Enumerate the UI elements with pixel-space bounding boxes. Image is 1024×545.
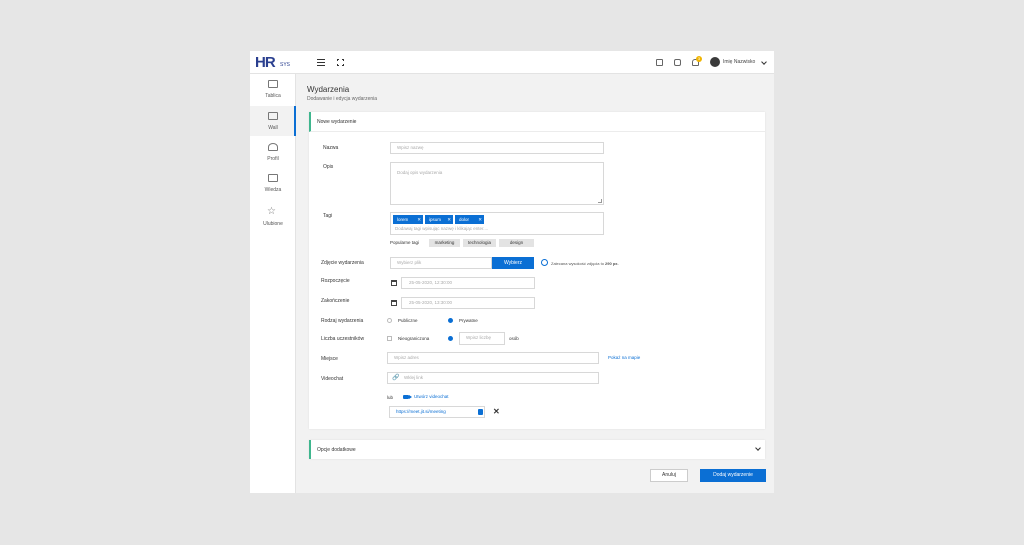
tags-input[interactable]: lorem ✕ ipsum ✕ dolor ✕ Dodawaj tagi wpisuj… (390, 212, 604, 235)
close-icon[interactable]: ✕ (478, 215, 482, 224)
participants-label: Liczba uczestników (321, 336, 365, 342)
photo-hint-value: 290 px. (605, 261, 619, 266)
tags-placeholder: Dodawaj tagi wpisując nazwę i klikając e… (395, 226, 489, 231)
event-type-label: Rodzaj wydarzenia (321, 318, 364, 324)
photo-label: Zdjęcie wydarzenia (321, 260, 364, 266)
radio-limited[interactable] (448, 336, 453, 341)
cancel-button[interactable]: Anuluj (650, 469, 688, 482)
tag-label: lorem (397, 217, 409, 222)
start-date-input[interactable]: 25-05-2020, 12:30:00 (401, 277, 535, 289)
link-icon: 🔗 (392, 374, 400, 381)
tag-label: ipsum (429, 217, 442, 222)
description-textarea[interactable]: Dodaj opis wydarzenia (390, 162, 604, 205)
sidebar-item-ulubione[interactable]: ☆ Ulubione (250, 202, 296, 232)
wall-icon (268, 112, 278, 120)
end-date-input[interactable]: 25-05-2020, 13:30:00 (401, 297, 535, 309)
section-header: Nowe wydarzenie (309, 112, 765, 132)
participants-unit: osób (509, 336, 519, 341)
tags-label: Tagi (323, 213, 333, 219)
fullscreen-icon[interactable] (336, 58, 345, 67)
popular-tags-label: Popularne tagi (390, 240, 420, 245)
sidebar-item-wiedza[interactable]: Wiedza (250, 168, 296, 198)
sidebar-item-label: Wiedza (264, 187, 282, 193)
calendar-icon (391, 300, 397, 306)
description-placeholder: Dodaj opis wydarzenia (397, 170, 443, 175)
add-event-button[interactable]: Dodaj wydarzenie (700, 469, 766, 482)
popular-tag[interactable]: technologia (463, 239, 496, 247)
avatar[interactable] (710, 57, 720, 67)
calendar-icon (391, 280, 397, 286)
videochat-input[interactable]: Wklej link (387, 372, 599, 384)
tag-chip[interactable]: lorem ✕ (393, 215, 423, 224)
logo-main: HR (255, 54, 276, 71)
sidebar-item-label: Tablica (265, 93, 281, 99)
participants-input[interactable]: Wpisz liczbę (459, 332, 505, 345)
popular-tag[interactable]: design (499, 239, 534, 247)
sidebar: Tablica Wall Profil Wiedza ☆ Ulubione (250, 74, 296, 493)
chat-icon[interactable] (674, 59, 681, 66)
videochat-link-field[interactable]: https://meet.jit.si/meeting (389, 406, 485, 418)
unlimited-label: Nieograniczona (398, 336, 430, 341)
chevron-down-icon[interactable] (755, 445, 761, 451)
radio-public[interactable] (387, 318, 392, 323)
sidebar-item-profil[interactable]: Profil (250, 137, 296, 167)
tag-chip[interactable]: dolor ✕ (455, 215, 484, 224)
photo-hint-text: Zalecana wysokość zdjęcia to (551, 261, 604, 266)
monitor-icon (268, 80, 278, 88)
end-label: Zakończenie (321, 298, 350, 304)
chevron-down-icon[interactable] (761, 59, 767, 65)
sidebar-item-label: Ulubione (263, 221, 283, 227)
name-input[interactable]: Wpisz nazwę (390, 142, 604, 154)
star-icon: ☆ (267, 206, 276, 217)
notification-badge: 3 (696, 56, 702, 62)
photo-hint: Zalecana wysokość zdjęcia to 290 px. (551, 261, 619, 266)
new-event-card: Nowe wydarzenie Nazwa Wpisz nazwę Opis D… (309, 112, 765, 429)
videochat-or: lub (387, 395, 394, 400)
place-input[interactable]: Wpisz adres (387, 352, 599, 364)
radio-public-label: Publiczne (398, 318, 418, 323)
section-title: Nowe wydarzenie (317, 119, 357, 125)
additional-options-title: Opcje dodatkowe (317, 447, 356, 453)
resize-handle-icon[interactable] (598, 199, 602, 203)
knowledge-icon (268, 174, 278, 182)
close-icon[interactable]: ✕ (493, 408, 500, 416)
radio-private-label: Prywatne (459, 318, 478, 323)
sidebar-item-label: Wall (268, 125, 278, 131)
info-icon (541, 259, 548, 266)
sidebar-item-label: Profil (267, 156, 279, 162)
choose-file-button[interactable]: Wybierz (492, 257, 534, 269)
close-icon[interactable]: ✕ (447, 215, 451, 224)
menu-icon[interactable] (317, 59, 325, 66)
top-bar: HR SYS 3 Imię Nazwisko (250, 51, 774, 74)
start-label: Rozpoczęcie (321, 278, 350, 284)
logo-sub: SYS (280, 62, 291, 68)
create-videochat-link[interactable]: Utwórz videochat (414, 394, 449, 399)
calendar-icon[interactable] (656, 59, 663, 66)
close-icon[interactable]: ✕ (417, 215, 421, 224)
tag-chip[interactable]: ipsum ✕ (425, 215, 453, 224)
radio-private[interactable] (448, 318, 453, 323)
show-on-map-link[interactable]: Pokaż na mapie (608, 355, 640, 360)
name-label: Nazwa (323, 145, 339, 151)
logo: HR SYS (255, 54, 295, 71)
page-title: Wydarzenia (307, 85, 350, 94)
app-window: HR SYS 3 Imię Nazwisko Tablica Wall Prof… (250, 51, 774, 493)
place-label: Miejsce (321, 356, 338, 362)
sidebar-item-tablica[interactable]: Tablica (250, 74, 296, 104)
additional-options-accordion[interactable]: Opcje dodatkowe (309, 440, 765, 459)
sidebar-item-wall[interactable]: Wall (250, 106, 296, 136)
camera-icon (403, 395, 412, 399)
copy-icon[interactable] (478, 409, 483, 415)
tag-label: dolor (459, 217, 470, 222)
popular-tag[interactable]: marketing (429, 239, 460, 247)
photo-file-input[interactable]: Wybierz plik (390, 257, 492, 269)
unlimited-checkbox[interactable] (387, 336, 392, 341)
user-name[interactable]: Imię Nazwisko (723, 59, 755, 65)
description-label: Opis (323, 164, 334, 170)
page-subtitle: Dodawanie i edycja wydarzenia (307, 96, 378, 102)
videochat-label: Videochat (321, 376, 344, 382)
user-icon (268, 143, 278, 151)
